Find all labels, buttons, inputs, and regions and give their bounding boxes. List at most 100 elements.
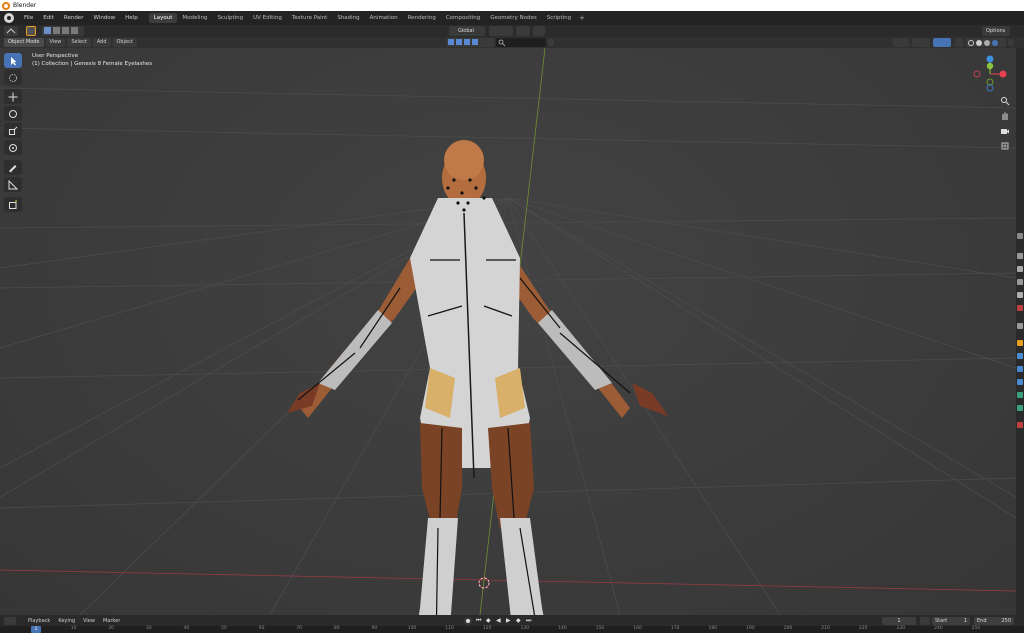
zoom-icon[interactable] bbox=[998, 94, 1012, 108]
camera-view-icon[interactable] bbox=[998, 124, 1012, 138]
scene-properties-icon[interactable] bbox=[1017, 292, 1023, 298]
world-properties-icon[interactable] bbox=[1017, 305, 1023, 311]
filter-icon-1[interactable] bbox=[448, 39, 454, 45]
menu-help[interactable]: Help bbox=[120, 15, 143, 21]
object-properties-icon[interactable] bbox=[1017, 340, 1023, 346]
shading-dropdown-icon[interactable] bbox=[1008, 39, 1014, 46]
play-icon[interactable]: ▶ bbox=[506, 617, 514, 625]
blender-menu-icon[interactable] bbox=[4, 13, 14, 23]
data-properties-icon[interactable] bbox=[1017, 405, 1023, 411]
menu-add[interactable]: Add bbox=[92, 38, 111, 47]
start-frame-field[interactable]: Start 1 bbox=[932, 617, 970, 625]
gizmo-neg-y-icon[interactable] bbox=[986, 78, 994, 86]
add-cube-tool[interactable] bbox=[4, 197, 22, 212]
menu-keying[interactable]: Keying bbox=[54, 618, 79, 624]
menu-marker[interactable]: Marker bbox=[99, 618, 124, 624]
gizmo-y-icon[interactable] bbox=[986, 62, 994, 70]
constraints-properties-icon[interactable] bbox=[1017, 392, 1023, 398]
ortho-grid-icon[interactable] bbox=[998, 139, 1012, 153]
filter-icon-2[interactable] bbox=[456, 39, 462, 45]
end-frame-field[interactable]: End 250 bbox=[974, 617, 1014, 625]
select-mode-subtract-icon[interactable] bbox=[62, 27, 69, 34]
tab-layout[interactable]: Layout bbox=[148, 13, 178, 23]
gizmo-x-icon[interactable] bbox=[999, 70, 1007, 78]
current-frame-field[interactable]: 1 bbox=[882, 617, 916, 625]
annotate-tool[interactable] bbox=[4, 160, 22, 175]
tab-texture-paint[interactable]: Texture Paint bbox=[287, 13, 333, 23]
tab-modeling[interactable]: Modeling bbox=[177, 13, 212, 23]
transform-orientation-select[interactable]: Global bbox=[449, 26, 485, 36]
menu-timeline-view[interactable]: View bbox=[79, 618, 99, 624]
tab-geometry-nodes[interactable]: Geometry Nodes bbox=[485, 13, 541, 23]
particles-properties-icon[interactable] bbox=[1017, 366, 1023, 372]
move-tool[interactable] bbox=[4, 89, 22, 104]
tool-properties-icon[interactable] bbox=[1017, 233, 1023, 239]
gizmo-z-icon[interactable] bbox=[986, 55, 994, 63]
xray-toggle-icon[interactable] bbox=[955, 38, 963, 47]
collection-properties-icon[interactable] bbox=[1017, 323, 1023, 329]
timeline-editor-type-icon[interactable] bbox=[4, 616, 16, 625]
gizmo-neg-x-icon[interactable] bbox=[973, 70, 981, 78]
tab-scripting[interactable]: Scripting bbox=[542, 13, 576, 23]
output-properties-icon[interactable] bbox=[1017, 266, 1023, 272]
jump-end-icon[interactable]: ⏭ bbox=[526, 617, 534, 625]
cursor-tool[interactable] bbox=[4, 70, 22, 85]
tab-compositing[interactable]: Compositing bbox=[441, 13, 485, 23]
rendered-shading-icon[interactable] bbox=[992, 39, 998, 46]
menu-render[interactable]: Render bbox=[59, 15, 89, 21]
snap-toggle[interactable] bbox=[516, 26, 530, 36]
viewport-search-input[interactable] bbox=[496, 38, 546, 47]
menu-select[interactable]: Select bbox=[67, 38, 91, 47]
filter-dropdown-icon[interactable] bbox=[548, 39, 554, 46]
prev-keyframe-icon[interactable]: ◆ bbox=[486, 617, 494, 625]
material-shading-icon[interactable] bbox=[984, 39, 990, 46]
navigation-gizmo[interactable] bbox=[970, 54, 1010, 94]
current-frame-indicator[interactable]: 1 bbox=[31, 626, 41, 633]
tab-rendering[interactable]: Rendering bbox=[403, 13, 441, 23]
3d-viewport[interactable]: User Perspective (1) Collection | Genesi… bbox=[0, 48, 1016, 615]
proportional-edit-toggle[interactable] bbox=[533, 26, 545, 36]
menu-view[interactable]: View bbox=[45, 38, 66, 47]
wireframe-shading-icon[interactable] bbox=[968, 39, 974, 46]
overlays-toggle-icon[interactable] bbox=[933, 38, 951, 47]
select-mode-new-icon[interactable] bbox=[44, 27, 51, 34]
menu-window[interactable]: Window bbox=[88, 15, 120, 21]
scale-tool[interactable] bbox=[4, 123, 22, 138]
visibility-icon[interactable] bbox=[893, 38, 909, 47]
tab-uv-editing[interactable]: UV Editing bbox=[248, 13, 287, 23]
solid-shading-icon[interactable] bbox=[976, 39, 982, 46]
render-properties-icon[interactable] bbox=[1017, 253, 1023, 259]
tab-animation[interactable]: Animation bbox=[365, 13, 403, 23]
modifier-properties-icon[interactable] bbox=[1017, 353, 1023, 359]
material-properties-icon[interactable] bbox=[1017, 422, 1023, 428]
character-model[interactable] bbox=[287, 140, 668, 615]
add-workspace-button[interactable]: + bbox=[576, 14, 588, 22]
gizmo-neg-z-icon[interactable] bbox=[986, 84, 994, 92]
physics-properties-icon[interactable] bbox=[1017, 379, 1023, 385]
pivot-point-select[interactable] bbox=[489, 26, 513, 36]
tab-shading[interactable]: Shading bbox=[332, 13, 364, 23]
select-box-tool[interactable] bbox=[4, 53, 22, 68]
select-tool-icon[interactable] bbox=[26, 26, 36, 36]
filter-icon-3[interactable] bbox=[464, 39, 470, 45]
filter-icon-4[interactable] bbox=[472, 39, 478, 45]
editor-type-icon[interactable] bbox=[4, 26, 18, 36]
select-mode-intersect-icon[interactable] bbox=[71, 27, 78, 34]
next-keyframe-icon[interactable]: ◆ bbox=[516, 617, 524, 625]
object-mode-select[interactable]: Object Mode bbox=[4, 38, 44, 47]
menu-edit[interactable]: Edit bbox=[38, 15, 59, 21]
view-layer-properties-icon[interactable] bbox=[1017, 279, 1023, 285]
record-button[interactable] bbox=[464, 617, 472, 625]
gizmo-toggle-icon[interactable] bbox=[912, 38, 930, 47]
menu-playback[interactable]: Playback bbox=[24, 618, 54, 624]
measure-tool[interactable] bbox=[4, 177, 22, 192]
rotate-tool[interactable] bbox=[4, 106, 22, 121]
menu-file[interactable]: File bbox=[19, 15, 38, 21]
preview-range-toggle-icon[interactable] bbox=[920, 617, 930, 625]
play-reverse-icon[interactable]: ◀ bbox=[496, 617, 504, 625]
jump-start-icon[interactable]: ⏮ bbox=[476, 617, 484, 625]
menu-object[interactable]: Object bbox=[112, 38, 137, 47]
tab-sculpting[interactable]: Sculpting bbox=[212, 13, 248, 23]
options-dropdown[interactable]: Options bbox=[982, 26, 1010, 36]
transform-tool[interactable] bbox=[4, 140, 22, 155]
